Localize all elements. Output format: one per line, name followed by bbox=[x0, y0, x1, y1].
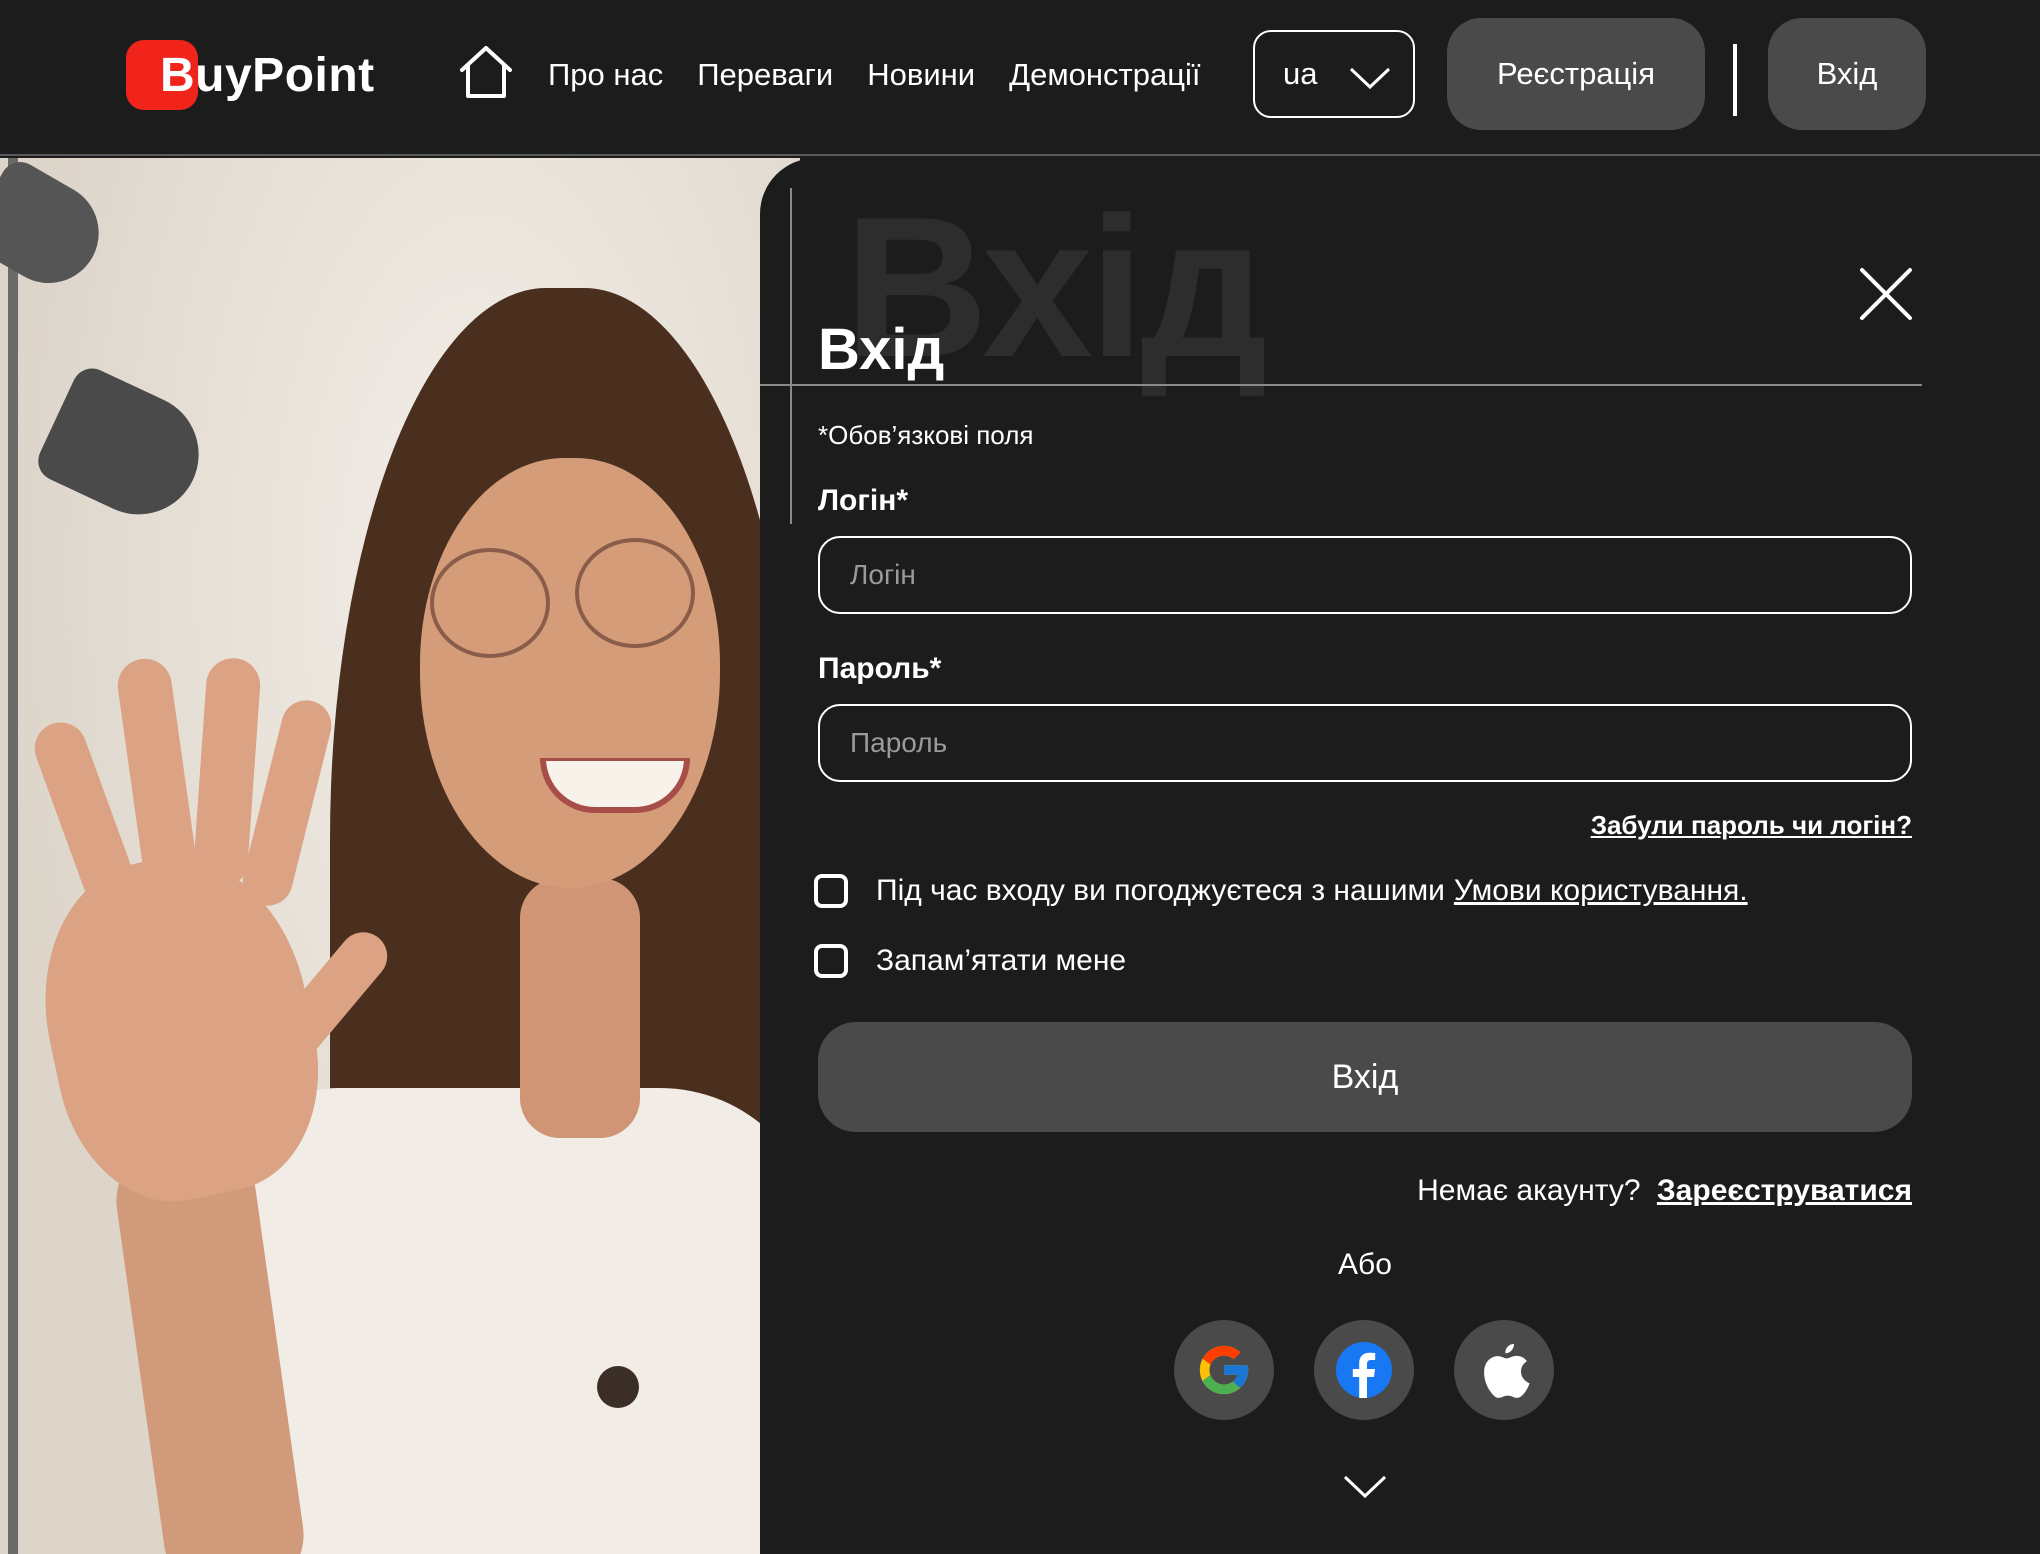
submit-login-button[interactable]: Вхід bbox=[818, 1022, 1912, 1132]
password-input[interactable] bbox=[818, 704, 1912, 782]
logo-text: BuyPoint bbox=[160, 48, 375, 102]
main-nav: Про нас Переваги Новини Демонстрації bbox=[548, 50, 1200, 100]
header-divider bbox=[1733, 44, 1737, 116]
google-icon bbox=[1199, 1345, 1249, 1395]
hero-photo bbox=[0, 158, 800, 1554]
facebook-login-button[interactable] bbox=[1314, 1320, 1414, 1420]
decor-line bbox=[790, 188, 792, 524]
modal-title: Вхід bbox=[818, 317, 945, 382]
nav-item-news[interactable]: Новини bbox=[867, 57, 975, 93]
or-separator: Або bbox=[1338, 1248, 1392, 1281]
login-label: Логін* bbox=[818, 484, 908, 517]
nav-item-about[interactable]: Про нас bbox=[548, 57, 663, 93]
register-link[interactable]: Зареєструватися bbox=[1657, 1174, 1912, 1207]
social-login-buttons bbox=[1174, 1320, 1554, 1420]
no-account-row: Немає акаунту? Зареєструватися bbox=[1417, 1174, 1912, 1208]
login-button[interactable]: Вхід bbox=[1768, 18, 1926, 130]
close-icon[interactable] bbox=[1856, 264, 1916, 324]
remember-checkbox[interactable] bbox=[814, 944, 848, 978]
buypoint-logo[interactable]: BuyPoint bbox=[126, 40, 374, 110]
password-label: Пароль* bbox=[818, 652, 942, 685]
apple-icon bbox=[1484, 1343, 1530, 1398]
facebook-icon bbox=[1336, 1342, 1392, 1398]
apple-login-button[interactable] bbox=[1454, 1320, 1554, 1420]
top-navigation-bar: BuyPoint Про нас Переваги Новини Демонст… bbox=[0, 0, 2040, 156]
terms-checkbox-row: Під час входу ви погоджуєтеся з нашими У… bbox=[814, 874, 1748, 908]
login-modal: Вхід Вхід *Обов’язкові поля Логін* Парол… bbox=[760, 158, 2040, 1554]
google-login-button[interactable] bbox=[1174, 1320, 1274, 1420]
forgot-password-link[interactable]: Забули пароль чи логін? bbox=[1591, 810, 1912, 841]
scroll-down-chevron-icon[interactable] bbox=[1342, 1474, 1388, 1505]
remember-text: Запам’ятати мене bbox=[876, 944, 1127, 977]
no-account-text: Немає акаунту? bbox=[1417, 1174, 1641, 1207]
language-value: ua bbox=[1283, 56, 1318, 91]
register-button[interactable]: Реєстрація bbox=[1447, 18, 1705, 130]
home-icon[interactable] bbox=[456, 44, 516, 100]
nav-item-advantages[interactable]: Переваги bbox=[697, 57, 833, 93]
chevron-down-icon bbox=[1349, 67, 1391, 90]
terms-text: Під час входу ви погоджуєтеся з нашими bbox=[876, 874, 1445, 907]
language-select[interactable]: ua bbox=[1253, 30, 1415, 118]
nav-item-demos[interactable]: Демонстрації bbox=[1009, 57, 1200, 93]
terms-checkbox[interactable] bbox=[814, 874, 848, 908]
terms-link[interactable]: Умови користування. bbox=[1454, 874, 1748, 908]
title-divider bbox=[760, 384, 1922, 386]
required-fields-note: *Обов’язкові поля bbox=[818, 420, 1034, 450]
login-input[interactable] bbox=[818, 536, 1912, 614]
remember-checkbox-row: Запам’ятати мене bbox=[814, 944, 1126, 978]
